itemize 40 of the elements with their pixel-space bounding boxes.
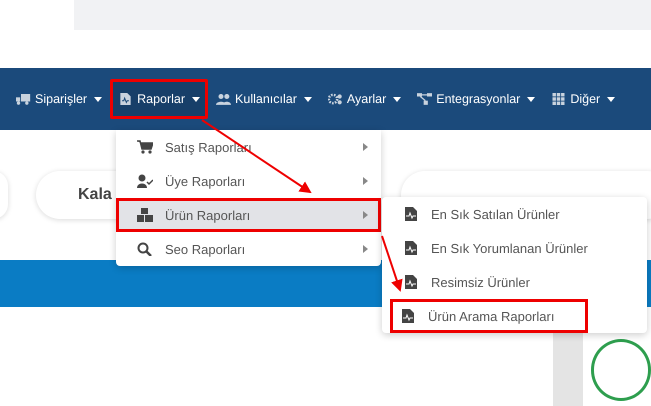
truck-icon xyxy=(16,93,31,105)
nav-menu-item[interactable]: Diğer xyxy=(543,79,624,119)
submenu-item[interactable]: Resimsiz Ürünler xyxy=(382,265,647,299)
document-icon xyxy=(400,309,416,323)
chevron-right-icon xyxy=(363,143,368,151)
gears-icon xyxy=(328,93,343,105)
grid-icon xyxy=(551,93,566,105)
annotation-arrow xyxy=(381,236,403,292)
nav-menu-item[interactable]: Raporlar xyxy=(110,79,208,119)
nav-menu-item[interactable]: Siparişler xyxy=(8,79,110,119)
search-icon xyxy=(137,242,153,256)
cart-icon xyxy=(137,140,153,154)
caret-icon xyxy=(94,96,102,102)
user-check-icon xyxy=(137,174,153,188)
caret-icon xyxy=(607,96,616,102)
sitemap-icon xyxy=(417,93,432,105)
circle-progress-ring xyxy=(590,339,651,401)
document-icon xyxy=(403,207,419,221)
nav-menu-item[interactable]: Kullanıcılar xyxy=(208,79,320,119)
card-title: Kala xyxy=(78,186,112,204)
submenu-item[interactable]: En Sık Satılan Ürünler xyxy=(382,197,647,231)
caret-icon xyxy=(393,96,402,102)
chevron-right-icon xyxy=(363,177,368,185)
chevron-right-icon xyxy=(363,211,368,219)
submenu-item[interactable]: Ürün Arama Raporları xyxy=(390,299,588,333)
caret-icon xyxy=(304,96,312,102)
dropdown-menu-item[interactable]: Seo Raporları xyxy=(116,232,381,266)
dropdown-menu-item[interactable]: Ürün Raporları xyxy=(116,198,381,232)
nav-menu-item[interactable]: Entegrasyonlar xyxy=(409,79,544,119)
nav-menu-item[interactable]: Ayarlar xyxy=(320,79,410,119)
document-icon xyxy=(403,241,419,255)
boxes-icon xyxy=(137,208,153,222)
chevron-right-icon xyxy=(363,245,368,253)
caret-icon xyxy=(527,96,536,102)
document-icon xyxy=(118,93,134,105)
dropdown-menu-item[interactable]: Üye Raporları xyxy=(116,164,381,198)
document-icon xyxy=(403,275,419,289)
caret-icon xyxy=(192,96,200,102)
users-icon xyxy=(216,93,232,105)
submenu-item[interactable]: En Sık Yorumlanan Ürünler xyxy=(382,231,647,265)
